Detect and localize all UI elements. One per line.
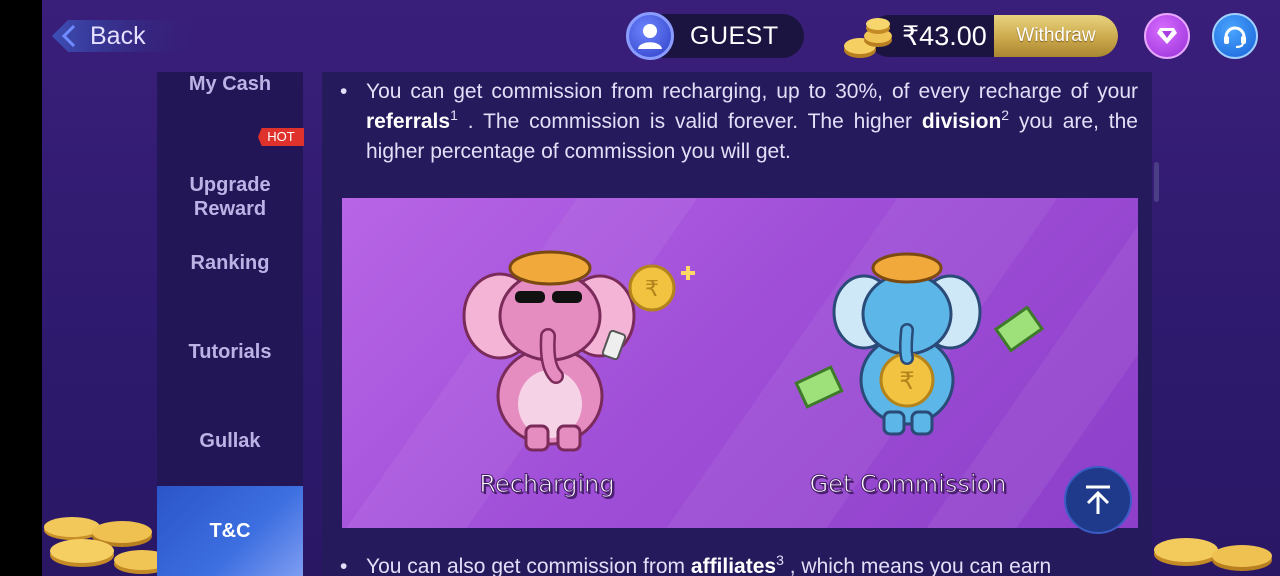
sidebar: My Cash Upgrade Reward Ranking Tutorials… bbox=[157, 72, 303, 576]
sidebar-item-label: Upgrade Reward bbox=[189, 174, 271, 220]
sidebar-item-upgrade-reward[interactable]: Upgrade Reward bbox=[157, 149, 303, 221]
rupee-coin-icon: ₹ bbox=[628, 264, 695, 312]
coins-decoration-icon bbox=[44, 517, 162, 574]
sidebar-item-label: Ranking bbox=[190, 252, 270, 274]
paragraph-text: You can also get commission from affilia… bbox=[366, 552, 1052, 576]
banknote-icon bbox=[794, 365, 844, 409]
scroll-to-top-button[interactable] bbox=[1064, 466, 1132, 534]
paragraph-text: You can get commission from recharging, … bbox=[366, 80, 1138, 163]
diamond-vip-icon[interactable] bbox=[1144, 13, 1190, 59]
username: GUEST bbox=[690, 21, 779, 50]
bullet-dot: • bbox=[340, 555, 348, 576]
sidebar-item-ranking[interactable]: Ranking bbox=[157, 251, 303, 275]
commission-illustration: ₹ Recharging ₹ Get Commission bbox=[342, 198, 1138, 528]
user-profile[interactable]: GUEST bbox=[626, 12, 804, 60]
svg-text:₹: ₹ bbox=[645, 277, 659, 302]
pink-elephant-icon bbox=[462, 250, 636, 452]
balance-amount: ₹43.00 bbox=[902, 21, 987, 51]
gold-coins-icon bbox=[844, 18, 892, 58]
sidebar-item-gullak[interactable]: Gullak bbox=[157, 429, 303, 453]
commission-paragraph: • You can get commission from recharging… bbox=[340, 77, 1138, 167]
hot-badge: HOT bbox=[258, 128, 304, 146]
headset-support-icon[interactable] bbox=[1212, 13, 1258, 59]
back-button[interactable]: Back bbox=[52, 20, 192, 52]
get-commission-label: Get Commission bbox=[809, 470, 1007, 499]
coins-decoration-right-icon bbox=[1154, 538, 1272, 571]
user-avatar-icon bbox=[626, 12, 674, 60]
bullet-dot: • bbox=[340, 80, 348, 103]
blue-elephant-icon: ₹ bbox=[832, 252, 982, 436]
svg-text:₹: ₹ bbox=[899, 367, 914, 395]
sidebar-item-label: T&C bbox=[209, 520, 251, 542]
screen-edge bbox=[0, 0, 42, 576]
sidebar-item-label: Tutorials bbox=[188, 341, 272, 363]
banknote-icon bbox=[994, 306, 1044, 353]
recharging-label: Recharging bbox=[479, 470, 615, 499]
withdraw-button[interactable]: Withdraw bbox=[994, 15, 1118, 57]
arrow-to-top-icon bbox=[1086, 485, 1110, 514]
back-label: Back bbox=[90, 21, 146, 50]
sidebar-item-label: My Cash bbox=[188, 73, 272, 95]
sidebar-item-tnc[interactable]: T&C bbox=[157, 486, 303, 576]
affiliates-paragraph: • You can also get commission from affil… bbox=[340, 552, 1138, 576]
sidebar-item-my-cash[interactable]: My Cash bbox=[157, 72, 303, 96]
sidebar-item-label: Gullak bbox=[199, 430, 261, 452]
scrollbar-thumb[interactable] bbox=[1154, 162, 1159, 202]
sidebar-item-tutorials[interactable]: Tutorials bbox=[157, 340, 303, 364]
